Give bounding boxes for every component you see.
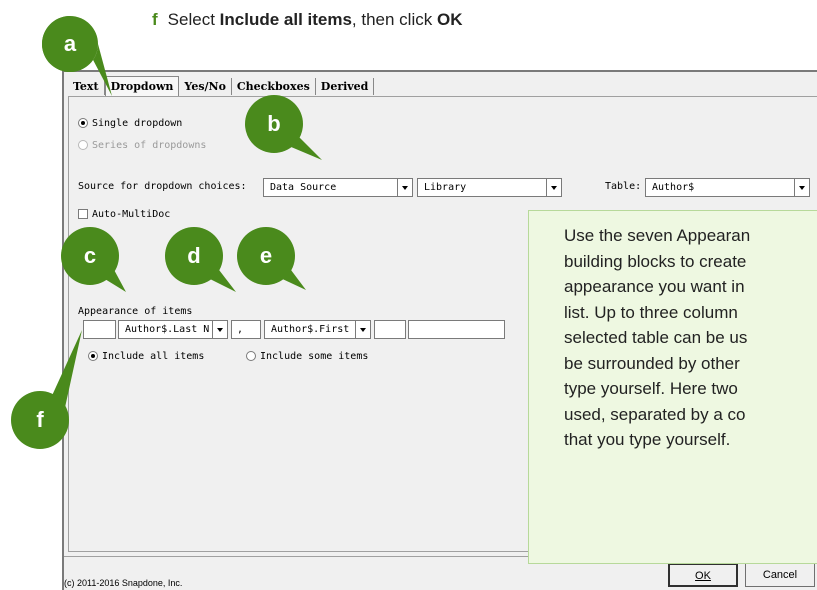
chevron-down-icon[interactable] bbox=[546, 179, 561, 196]
appearance-column2-value: Author$.First N bbox=[271, 324, 362, 335]
source-select-value: Data Source bbox=[270, 182, 337, 193]
instruction-text: f Select Include all items, then click OK bbox=[152, 10, 462, 30]
include-all-radio[interactable] bbox=[88, 351, 98, 361]
chevron-down-icon[interactable] bbox=[355, 321, 370, 338]
chevron-down-icon[interactable] bbox=[397, 179, 412, 196]
tab-yes-no[interactable]: Yes/No bbox=[179, 78, 232, 95]
ok-button[interactable]: OK bbox=[668, 563, 738, 587]
include-some-option[interactable]: Include some items bbox=[246, 351, 368, 362]
library-select-value: Library bbox=[424, 182, 467, 193]
marker-d-label: d bbox=[187, 243, 201, 268]
include-all-label: Include all items bbox=[102, 351, 205, 362]
marker-b: b bbox=[244, 94, 322, 160]
include-some-radio[interactable] bbox=[246, 351, 256, 361]
tab-strip: Text Dropdown Yes/No Checkboxes Derived bbox=[68, 76, 375, 98]
single-dropdown-option[interactable]: Single dropdown bbox=[78, 118, 182, 129]
appearance-column1-select[interactable]: Author$.Last N bbox=[118, 320, 228, 339]
instruction-bold-include: Include all items bbox=[219, 10, 352, 29]
info-callout: Use the seven Appearan building blocks t… bbox=[528, 210, 817, 564]
callout-line: building blocks to create bbox=[564, 251, 747, 271]
appearance-prefix-input[interactable] bbox=[83, 320, 116, 339]
chevron-down-icon[interactable] bbox=[794, 179, 809, 196]
marker-e-label: e bbox=[259, 243, 273, 268]
auto-multidoc-label: Auto-MultiDoc bbox=[92, 209, 171, 220]
callout-line: Use the seven Appearan bbox=[564, 226, 751, 245]
marker-f: f bbox=[10, 330, 82, 450]
chevron-down-icon[interactable] bbox=[212, 321, 227, 338]
source-label: Source for dropdown choices: bbox=[78, 181, 247, 192]
include-some-label: Include some items bbox=[260, 351, 369, 362]
marker-f-label: f bbox=[36, 407, 44, 432]
appearance-column2-select[interactable]: Author$.First N bbox=[264, 320, 371, 339]
series-dropdowns-label: Series of dropdowns bbox=[92, 140, 207, 151]
marker-a-label: a bbox=[63, 31, 77, 56]
appearance-column1-value: Author$.Last N bbox=[125, 324, 210, 335]
callout-line: used, separated by a co bbox=[564, 404, 746, 424]
tab-dropdown[interactable]: Dropdown bbox=[104, 76, 180, 96]
single-dropdown-label: Single dropdown bbox=[92, 118, 183, 129]
appearance-separator-input[interactable]: , bbox=[231, 320, 261, 339]
include-all-option[interactable]: Include all items bbox=[88, 351, 204, 362]
marker-c-label: c bbox=[83, 243, 97, 268]
callout-line: that you type yourself. bbox=[564, 430, 731, 449]
series-dropdowns-option: Series of dropdowns bbox=[78, 140, 206, 151]
callout-line: be surrounded by other bbox=[564, 353, 740, 373]
instruction-middle: , then click bbox=[351, 10, 437, 29]
callout-line: appearance you want in bbox=[564, 277, 745, 296]
marker-b-label: b bbox=[267, 111, 281, 136]
callout-line: list. Up to three column bbox=[564, 302, 738, 322]
tab-derived[interactable]: Derived bbox=[316, 78, 375, 95]
appearance-label: Appearance of items bbox=[78, 306, 193, 317]
callout-line: selected table can be us bbox=[564, 328, 748, 347]
marker-c: c bbox=[60, 226, 126, 292]
copyright-text: (c) 2011-2016 Snapdone, Inc. bbox=[64, 578, 183, 588]
auto-multidoc-option[interactable]: Auto-MultiDoc bbox=[78, 209, 170, 220]
step-letter: f bbox=[152, 10, 158, 29]
tab-checkboxes[interactable]: Checkboxes bbox=[232, 78, 316, 95]
ok-button-label: OK bbox=[695, 570, 711, 582]
instruction-before: Select bbox=[167, 10, 220, 29]
table-select[interactable]: Author$ bbox=[645, 178, 810, 197]
auto-multidoc-checkbox[interactable] bbox=[78, 209, 88, 219]
library-select[interactable]: Library bbox=[417, 178, 562, 197]
cancel-button[interactable]: Cancel bbox=[745, 563, 815, 587]
marker-e: e bbox=[236, 226, 306, 290]
instruction-bold-ok: OK bbox=[436, 10, 463, 29]
tab-text[interactable]: Text bbox=[68, 78, 105, 95]
marker-a: a bbox=[40, 14, 112, 96]
callout-line: type yourself. Here two bbox=[564, 379, 738, 398]
single-dropdown-radio[interactable] bbox=[78, 118, 88, 128]
table-label: Table: bbox=[605, 181, 642, 192]
appearance-extra-input[interactable] bbox=[408, 320, 505, 339]
marker-d: d bbox=[164, 226, 236, 292]
source-select[interactable]: Data Source bbox=[263, 178, 413, 197]
appearance-suffix-input[interactable] bbox=[374, 320, 406, 339]
table-select-value: Author$ bbox=[652, 182, 695, 193]
series-dropdowns-radio bbox=[78, 140, 88, 150]
